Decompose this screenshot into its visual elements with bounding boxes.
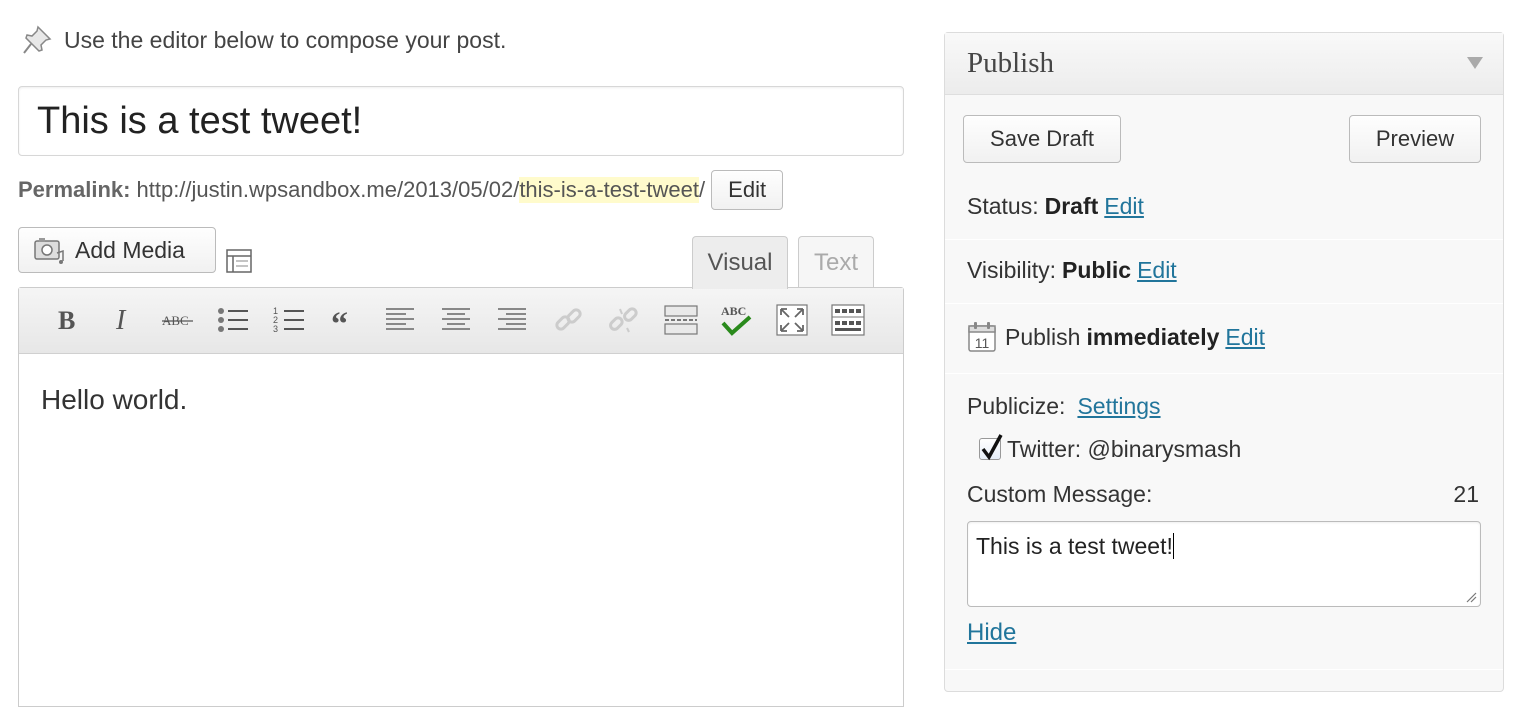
publish-panel: Publish Save Draft Preview Status: Draft… xyxy=(944,32,1504,692)
editor-notice: Use the editor below to compose your pos… xyxy=(20,22,506,58)
calendar-icon: 11 xyxy=(968,322,996,352)
visibility-value: Public xyxy=(1062,256,1132,283)
twitter-row: Twitter: @binarysmash xyxy=(945,429,1503,469)
permalink-base: http://justin.wpsandbox.me/2013/05/02/ xyxy=(136,177,520,202)
calendar-day: 11 xyxy=(975,335,990,351)
svg-text:“: “ xyxy=(331,306,348,335)
status-label: Status: xyxy=(967,192,1039,219)
post-title-value: This is a test tweet! xyxy=(37,99,363,142)
save-draft-button[interactable]: Save Draft xyxy=(963,115,1121,163)
bullet-list-icon[interactable] xyxy=(213,300,253,340)
divider xyxy=(945,303,1503,304)
custom-message-label: Custom Message: xyxy=(967,480,1153,507)
align-right-icon[interactable] xyxy=(492,300,532,340)
custom-message-value: This is a test tweet! xyxy=(976,533,1173,559)
align-left-icon[interactable] xyxy=(380,300,420,340)
visibility-row: Visibility: Public Edit xyxy=(945,247,1503,293)
read-more-icon[interactable] xyxy=(661,300,701,340)
spellcheck-icon[interactable]: ABC xyxy=(716,300,756,340)
publish-actions: Save Draft Preview xyxy=(963,115,1481,165)
publish-header[interactable]: Publish xyxy=(945,33,1503,95)
status-row: Status: Draft Edit xyxy=(945,183,1503,229)
blockquote-icon[interactable]: “ xyxy=(324,300,364,340)
twitter-checkbox[interactable] xyxy=(979,434,1003,461)
collapse-arrow-icon[interactable] xyxy=(1467,57,1483,69)
visibility-edit-link[interactable]: Edit xyxy=(1137,257,1177,284)
numbered-list-icon[interactable]: 1 2 3 xyxy=(269,300,309,340)
publicize-row: Publicize: Settings xyxy=(945,383,1503,429)
twitter-label: Twitter: @binarysmash xyxy=(1007,435,1242,462)
schedule-label: Publish xyxy=(1005,323,1081,350)
svg-text:3: 3 xyxy=(273,324,278,334)
publicize-label: Publicize: xyxy=(967,392,1066,419)
visibility-label: Visibility: xyxy=(967,256,1057,283)
schedule-edit-link[interactable]: Edit xyxy=(1225,324,1265,351)
camera-music-icon xyxy=(34,238,64,264)
permalink-edit-button[interactable]: Edit xyxy=(711,170,784,210)
hide-link[interactable]: Hide xyxy=(967,619,1016,647)
permalink-trailing: / xyxy=(699,177,706,202)
unlink-icon[interactable] xyxy=(604,300,644,340)
divider xyxy=(945,239,1503,240)
fullscreen-icon[interactable] xyxy=(772,300,812,340)
divider xyxy=(945,373,1503,374)
schedule-row: 11 Publish immediately Edit xyxy=(945,313,1503,361)
svg-text:ABC: ABC xyxy=(721,304,746,318)
publish-title: Publish xyxy=(967,47,1055,79)
tab-visual[interactable]: Visual xyxy=(692,236,788,289)
checkmark-icon xyxy=(981,434,1003,461)
insert-link-icon[interactable] xyxy=(549,300,589,340)
add-media-button[interactable]: Add Media xyxy=(18,227,216,273)
custom-message-textarea[interactable]: This is a test tweet! xyxy=(967,521,1481,607)
publicize-settings-link[interactable]: Settings xyxy=(1077,393,1160,420)
editor-content[interactable]: Hello world. xyxy=(19,288,187,416)
form-icon[interactable] xyxy=(225,246,253,274)
permalink-label: Permalink: xyxy=(18,177,131,202)
resize-handle-icon[interactable] xyxy=(1465,591,1477,603)
pushpin-icon xyxy=(23,25,52,54)
align-center-icon[interactable] xyxy=(436,300,476,340)
preview-button[interactable]: Preview xyxy=(1349,115,1481,163)
add-media-label: Add Media xyxy=(75,236,185,263)
char-count: 21 xyxy=(1453,480,1479,507)
schedule-value: immediately xyxy=(1086,323,1220,350)
notice-text: Use the editor below to compose your pos… xyxy=(64,26,507,53)
kitchen-sink-icon[interactable] xyxy=(828,300,868,340)
post-title-input[interactable]: This is a test tweet! xyxy=(18,86,904,156)
editor-area[interactable]: B I ABC 1 2 3 “ ABC Hello world. xyxy=(18,287,904,707)
permalink-row: Permalink: http://justin.wpsandbox.me/20… xyxy=(18,168,784,212)
permalink-slug[interactable]: this-is-a-test-tweet xyxy=(519,177,700,203)
status-edit-link[interactable]: Edit xyxy=(1104,193,1144,220)
divider xyxy=(945,669,1503,670)
status-value: Draft xyxy=(1044,192,1099,219)
text-cursor xyxy=(1172,533,1174,559)
custom-message-row: Custom Message: 21 xyxy=(945,473,1503,515)
tab-text[interactable]: Text xyxy=(798,236,874,288)
